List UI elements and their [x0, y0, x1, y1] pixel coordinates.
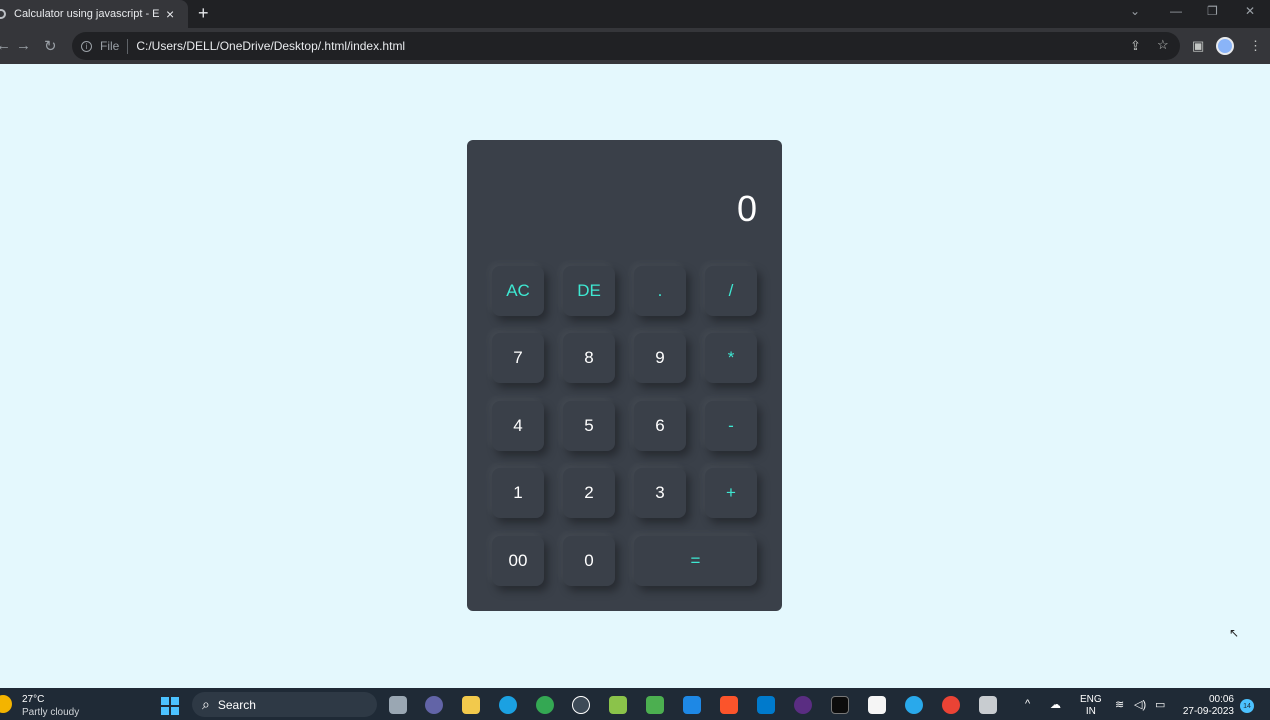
browser-tab[interactable]: Calculator using javascript - Easy ×: [0, 0, 188, 28]
snipping-tool-icon[interactable]: [979, 696, 997, 714]
key-all-clear[interactable]: AC: [492, 266, 544, 316]
url-divider: [127, 38, 129, 54]
key-1[interactable]: 1: [492, 468, 544, 518]
clock-date: 27-09-2023: [1182, 706, 1234, 717]
minimize-icon[interactable]: —: [1170, 4, 1182, 18]
globe-icon: [0, 9, 6, 19]
edge-icon[interactable]: [499, 696, 517, 714]
brave-icon[interactable]: [720, 696, 738, 714]
restore-icon[interactable]: ❐: [1207, 4, 1218, 18]
close-tab-icon[interactable]: ×: [166, 6, 174, 22]
address-bar[interactable]: i File C:/Users/DELL/OneDrive/Desktop/.h…: [72, 32, 1180, 60]
key-5[interactable]: 5: [563, 401, 615, 451]
battery-icon[interactable]: ▭: [1155, 698, 1165, 711]
language-indicator[interactable]: ENG IN: [1080, 694, 1102, 718]
forward-icon[interactable]: →: [16, 37, 31, 54]
language-code: ENG: [1080, 694, 1102, 705]
telegram-icon[interactable]: [905, 696, 923, 714]
key-plus[interactable]: +: [705, 468, 757, 518]
key-4[interactable]: 4: [492, 401, 544, 451]
key-8[interactable]: 8: [563, 333, 615, 383]
key-7[interactable]: 7: [492, 333, 544, 383]
region-code: IN: [1085, 706, 1096, 717]
onedrive-cloud-icon[interactable]: ☁: [1050, 698, 1061, 711]
mail-icon[interactable]: [683, 696, 701, 714]
weather-icon[interactable]: [0, 695, 12, 713]
chevron-up-icon[interactable]: ^: [1025, 698, 1030, 710]
key-6[interactable]: 6: [634, 401, 686, 451]
search-label: Search: [217, 697, 256, 712]
vscode-icon[interactable]: [757, 696, 775, 714]
clock-time: 00:06: [1208, 694, 1234, 705]
key-9[interactable]: 9: [634, 333, 686, 383]
clock[interactable]: 00:06 27-09-2023: [1182, 694, 1234, 718]
key-3[interactable]: 3: [634, 468, 686, 518]
key-divide[interactable]: /: [705, 266, 757, 316]
taskbar-search[interactable]: ⌕ Search: [192, 692, 377, 717]
search-icon: ⌕: [202, 696, 210, 712]
url-scheme: File: [100, 39, 120, 53]
key-decimal[interactable]: .: [634, 266, 686, 316]
share-icon[interactable]: ⇪: [1130, 38, 1141, 54]
key-multiply[interactable]: *: [705, 333, 757, 383]
chrome-icon[interactable]: [536, 696, 554, 714]
tab-bar: Calculator using javascript - Easy × + ⌄…: [0, 0, 1270, 28]
key-00[interactable]: 00: [492, 536, 544, 586]
key-0[interactable]: 0: [563, 536, 615, 586]
windows-start-icon[interactable]: [161, 697, 179, 715]
calculator: 0 AC DE . / 7 8 9 * 4 5 6 - 1 2 3 + 00 0…: [467, 140, 782, 611]
store-icon[interactable]: [868, 696, 886, 714]
image-app-icon[interactable]: [646, 696, 664, 714]
key-equals[interactable]: =: [634, 536, 757, 586]
bookmark-star-icon[interactable]: ☆: [1157, 37, 1169, 53]
notification-badge[interactable]: 14: [1240, 699, 1254, 713]
key-minus[interactable]: -: [705, 401, 757, 451]
profile-avatar[interactable]: [1216, 37, 1234, 55]
info-icon[interactable]: i: [81, 40, 92, 52]
side-panel-icon[interactable]: ▣: [1192, 38, 1204, 54]
task-view-icon[interactable]: [389, 696, 407, 714]
file-explorer-icon[interactable]: [462, 696, 480, 714]
teams-chat-icon[interactable]: [425, 696, 443, 714]
chrome-alt-icon[interactable]: [942, 696, 960, 714]
close-window-icon[interactable]: ✕: [1245, 4, 1255, 18]
tab-title: Calculator using javascript - Easy: [14, 8, 160, 20]
key-delete[interactable]: DE: [563, 266, 615, 316]
browser-toolbar: ← → ↻ i File C:/Users/DELL/OneDrive/Desk…: [0, 28, 1270, 64]
wifi-icon[interactable]: ≋: [1115, 698, 1124, 711]
volume-icon[interactable]: ◁): [1134, 698, 1146, 711]
weather-description[interactable]: Partly cloudy: [22, 707, 79, 718]
key-2[interactable]: 2: [563, 468, 615, 518]
new-tab-icon[interactable]: +: [198, 3, 209, 24]
media-player-icon[interactable]: [794, 696, 812, 714]
calculator-display: 0: [736, 188, 757, 229]
terminal-icon[interactable]: [831, 696, 849, 714]
photos-icon[interactable]: [609, 696, 627, 714]
weather-temperature[interactable]: 27°C: [22, 694, 44, 705]
taskbar: 27°C Partly cloudy ⌕ Search ^ ☁ ENG IN ≋…: [0, 688, 1270, 720]
reload-icon[interactable]: ↻: [44, 37, 57, 55]
mouse-cursor-icon: ↖: [1229, 626, 1240, 640]
url-text[interactable]: C:/Users/DELL/OneDrive/Desktop/.html/ind…: [136, 39, 405, 53]
back-icon[interactable]: ←: [0, 37, 11, 54]
dell-icon[interactable]: [572, 696, 590, 714]
menu-kebab-icon[interactable]: ⋮: [1249, 38, 1262, 54]
chevron-down-icon[interactable]: ⌄: [1130, 4, 1140, 18]
